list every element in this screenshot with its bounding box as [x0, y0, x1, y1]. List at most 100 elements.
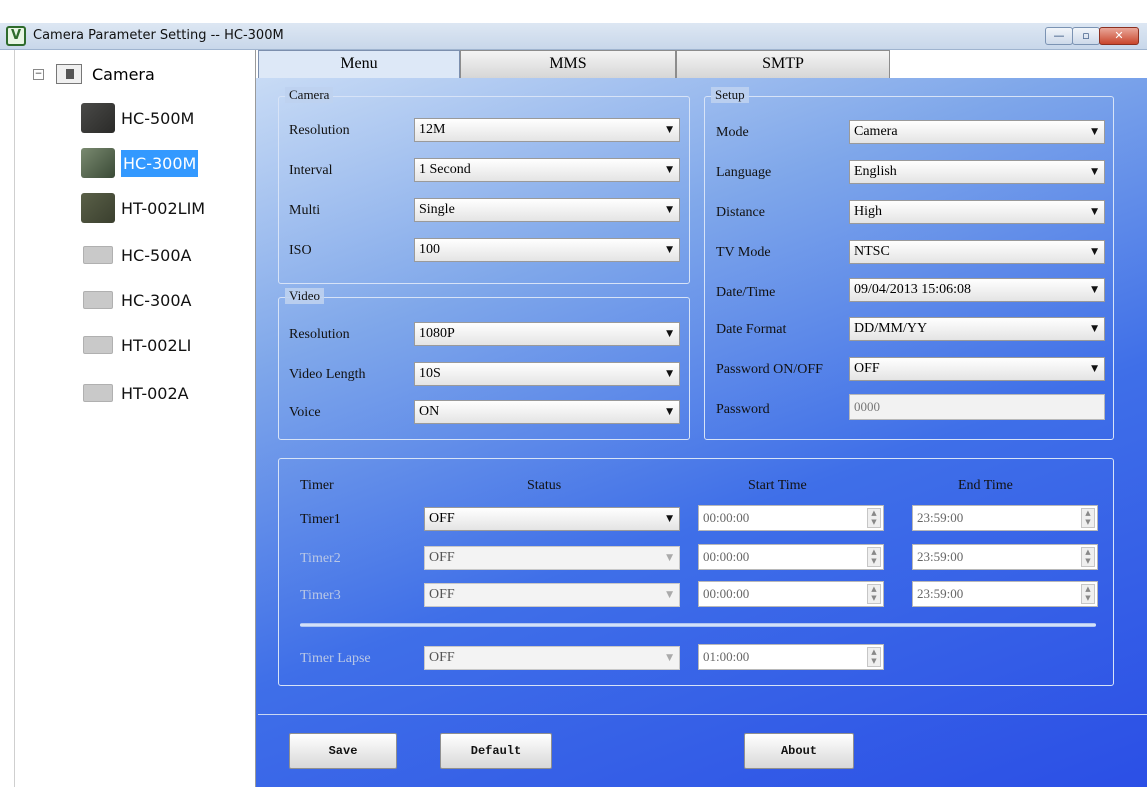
select-value: OFF [429, 650, 455, 665]
spin-icon[interactable]: ▲ ▼ [1081, 584, 1095, 604]
timer3-start-time[interactable]: 00:00:00 ▲ ▼ [698, 581, 884, 607]
timer2-end-time[interactable]: 23:59:00 ▲ ▼ [912, 544, 1098, 570]
tree-item-ht-002a[interactable]: HT-002A [81, 375, 189, 411]
select-value: 12M [419, 122, 446, 137]
chevron-down-icon: ▼ [666, 590, 673, 600]
chevron-down-icon: ▼ [666, 125, 673, 135]
video-length-select[interactable]: 10S ▼ [414, 362, 680, 386]
end-time-column-header: End Time [958, 478, 1013, 493]
tree-item-hc-500m[interactable]: HC-500M [81, 100, 194, 136]
tab-mms[interactable]: MMS [460, 50, 676, 78]
video-resolution-select[interactable]: 1080P ▼ [414, 322, 680, 346]
collapse-icon[interactable]: − [33, 68, 44, 80]
iso-select[interactable]: 100 ▼ [414, 238, 680, 262]
close-icon[interactable]: ✕ [1099, 27, 1139, 45]
video-length-label: Video Length [289, 367, 366, 382]
tab-smtp[interactable]: SMTP [676, 50, 890, 78]
spin-icon[interactable]: ▲ ▼ [1081, 508, 1095, 528]
select-value: OFF [429, 511, 455, 526]
select-value: English [854, 164, 897, 179]
multi-select[interactable]: Single ▼ [414, 198, 680, 222]
timer-lapse-status-select[interactable]: OFF ▼ [424, 646, 680, 670]
mode-label: Mode [716, 125, 749, 140]
distance-select[interactable]: High ▼ [849, 200, 1105, 224]
select-value: Single [419, 202, 455, 217]
tree-root[interactable]: − Camera [33, 64, 155, 84]
chevron-down-icon: ▼ [1091, 285, 1098, 295]
mode-select[interactable]: Camera ▼ [849, 120, 1105, 144]
tree-item-hc-500a[interactable]: HC-500A [81, 237, 191, 273]
tv-mode-label: TV Mode [716, 245, 771, 260]
time-value: 23:59:00 [917, 549, 964, 564]
setup-group-title: Setup [711, 87, 749, 103]
maximize-icon[interactable]: ▫ [1072, 27, 1100, 45]
language-select[interactable]: English ▼ [849, 160, 1105, 184]
camera-placeholder-icon [83, 291, 113, 309]
select-value: OFF [854, 361, 880, 376]
chevron-down-icon: ▼ [666, 514, 673, 524]
window-title: Camera Parameter Setting -- HC-300M [33, 28, 284, 43]
camera-resolution-select[interactable]: 12M ▼ [414, 118, 680, 142]
tree-root-label: Camera [92, 64, 155, 84]
save-button[interactable]: Save [289, 733, 397, 769]
camera-folder-icon [56, 64, 82, 84]
spin-icon[interactable]: ▲ ▼ [867, 584, 881, 604]
select-value: ON [419, 404, 440, 419]
timer1-end-time[interactable]: 23:59:00 ▲ ▼ [912, 505, 1098, 531]
chevron-down-icon: ▼ [1091, 207, 1098, 217]
time-value: 01:00:00 [703, 649, 750, 664]
chevron-down-icon: ▼ [666, 205, 673, 215]
camera-group-title: Camera [285, 87, 334, 103]
timer3-label: Timer3 [300, 588, 341, 603]
tree-item-hc-300a[interactable]: HC-300A [81, 282, 191, 318]
tab-bar: Menu MMS SMTP [256, 50, 1147, 78]
chevron-down-icon: ▼ [666, 245, 673, 255]
timer1-status-select[interactable]: OFF ▼ [424, 507, 680, 531]
tree-item-ht-002li[interactable]: HT-002LI [81, 327, 191, 363]
chevron-down-icon: ▼ [1091, 167, 1098, 177]
date-format-select[interactable]: DD/MM/YY ▼ [849, 317, 1105, 341]
distance-label: Distance [716, 205, 765, 220]
chevron-down-icon: ▼ [666, 407, 673, 417]
tv-mode-select[interactable]: NTSC ▼ [849, 240, 1105, 264]
tree-item-label: HC-300M [121, 149, 199, 177]
select-value: NTSC [854, 244, 890, 259]
password-label: Password [716, 402, 770, 417]
minimize-icon[interactable]: — [1045, 27, 1073, 45]
panel-separator [258, 714, 1147, 715]
select-value: 09/04/2013 15:06:08 [854, 282, 972, 297]
date-time-label: Date/Time [716, 285, 776, 300]
password-field[interactable]: 0000 [849, 394, 1105, 420]
timer-lapse-interval[interactable]: 01:00:00 ▲ ▼ [698, 644, 884, 670]
select-value: 1 Second [419, 162, 471, 177]
timer-divider [300, 623, 1096, 627]
interval-select[interactable]: 1 Second ▼ [414, 158, 680, 182]
select-value: 1080P [419, 326, 455, 341]
timer2-start-time[interactable]: 00:00:00 ▲ ▼ [698, 544, 884, 570]
timer1-label: Timer1 [300, 512, 341, 527]
spin-icon[interactable]: ▲ ▼ [867, 508, 881, 528]
tab-menu[interactable]: Menu [258, 50, 460, 78]
chevron-down-icon: ▼ [1091, 247, 1098, 257]
spin-icon[interactable]: ▲ ▼ [867, 647, 881, 667]
timer3-end-time[interactable]: 23:59:00 ▲ ▼ [912, 581, 1098, 607]
voice-select[interactable]: ON ▼ [414, 400, 680, 424]
chevron-down-icon: ▼ [666, 553, 673, 563]
window-controls: — ▫ ✕ [1045, 27, 1139, 45]
tree-item-label: HC-300A [121, 290, 192, 310]
spin-icon[interactable]: ▲ ▼ [1081, 547, 1095, 567]
spin-icon[interactable]: ▲ ▼ [867, 547, 881, 567]
setup-group: Setup [704, 87, 1114, 440]
timer3-status-select[interactable]: OFF ▼ [424, 583, 680, 607]
timer1-start-time[interactable]: 00:00:00 ▲ ▼ [698, 505, 884, 531]
timer2-status-select[interactable]: OFF ▼ [424, 546, 680, 570]
date-time-picker[interactable]: 09/04/2013 15:06:08 ▼ [849, 278, 1105, 302]
tree-item-ht-002lim[interactable]: HT-002LIM [81, 190, 205, 226]
tree-item-hc-300m[interactable]: HC-300M [81, 145, 199, 181]
about-button[interactable]: About [744, 733, 854, 769]
select-value: 10S [419, 366, 441, 381]
language-label: Language [716, 165, 772, 180]
default-button[interactable]: Default [440, 733, 552, 769]
interval-label: Interval [289, 163, 333, 178]
password-onoff-select[interactable]: OFF ▼ [849, 357, 1105, 381]
